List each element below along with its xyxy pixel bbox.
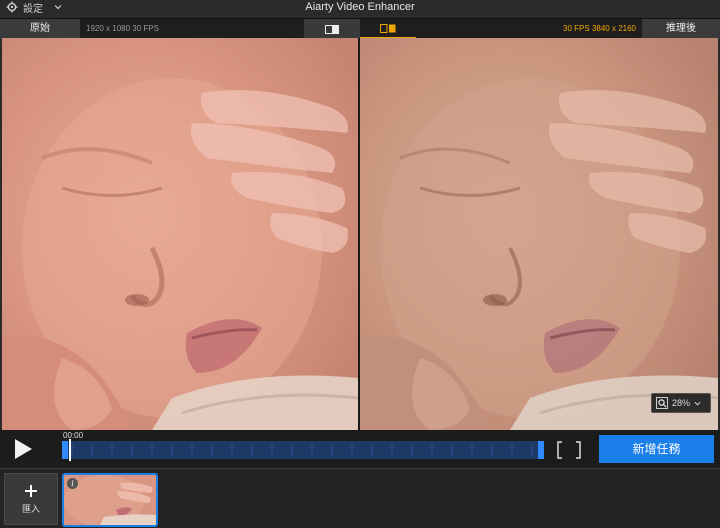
- single-view-button[interactable]: [304, 19, 360, 39]
- zoom-icon: [656, 397, 668, 409]
- play-icon[interactable]: [12, 438, 34, 460]
- single-view-icon: [325, 24, 339, 34]
- trim-start-handle[interactable]: [62, 441, 68, 459]
- enhanced-frame-image: [360, 38, 718, 430]
- original-resolution-fps: 1920 x 1080 30 FPS: [86, 24, 159, 33]
- timeline-waveform: [71, 445, 533, 455]
- original-tab[interactable]: 原始: [0, 19, 80, 39]
- split-view-icon: [380, 23, 396, 33]
- bracket-icon[interactable]: [556, 440, 586, 460]
- playhead[interactable]: [69, 439, 71, 461]
- zoom-control[interactable]: 28%: [651, 393, 711, 413]
- app-title: Aiarty Video Enhancer: [305, 1, 415, 13]
- view-bar: 原始 1920 x 1080 30 FPS 30 FPS 3840 x 2160…: [0, 18, 720, 39]
- plus-icon: [25, 485, 37, 497]
- import-label: 匯入: [21, 504, 40, 514]
- original-preview[interactable]: [2, 38, 358, 430]
- current-time: 00:00: [63, 431, 84, 440]
- original-frame-image: [2, 38, 358, 430]
- playback-controls: 00:00 新增任務: [0, 430, 720, 468]
- new-task-button[interactable]: 新增任務: [599, 435, 714, 463]
- title-bar: 設定 Aiarty Video Enhancer: [0, 0, 720, 15]
- split-view-button[interactable]: [360, 19, 416, 39]
- info-icon[interactable]: i: [67, 478, 78, 489]
- media-bar: 匯入 i: [0, 469, 720, 528]
- video-thumbnail[interactable]: i: [62, 473, 158, 527]
- enhanced-tab[interactable]: 推理後: [642, 19, 720, 39]
- enhanced-preview[interactable]: [360, 38, 718, 430]
- trim-end-handle[interactable]: [538, 441, 544, 459]
- chevron-down-icon: [694, 401, 701, 406]
- import-button[interactable]: 匯入: [4, 473, 58, 525]
- enhanced-resolution-fps: 30 FPS 3840 x 2160: [563, 24, 636, 33]
- zoom-value: 28%: [672, 398, 691, 408]
